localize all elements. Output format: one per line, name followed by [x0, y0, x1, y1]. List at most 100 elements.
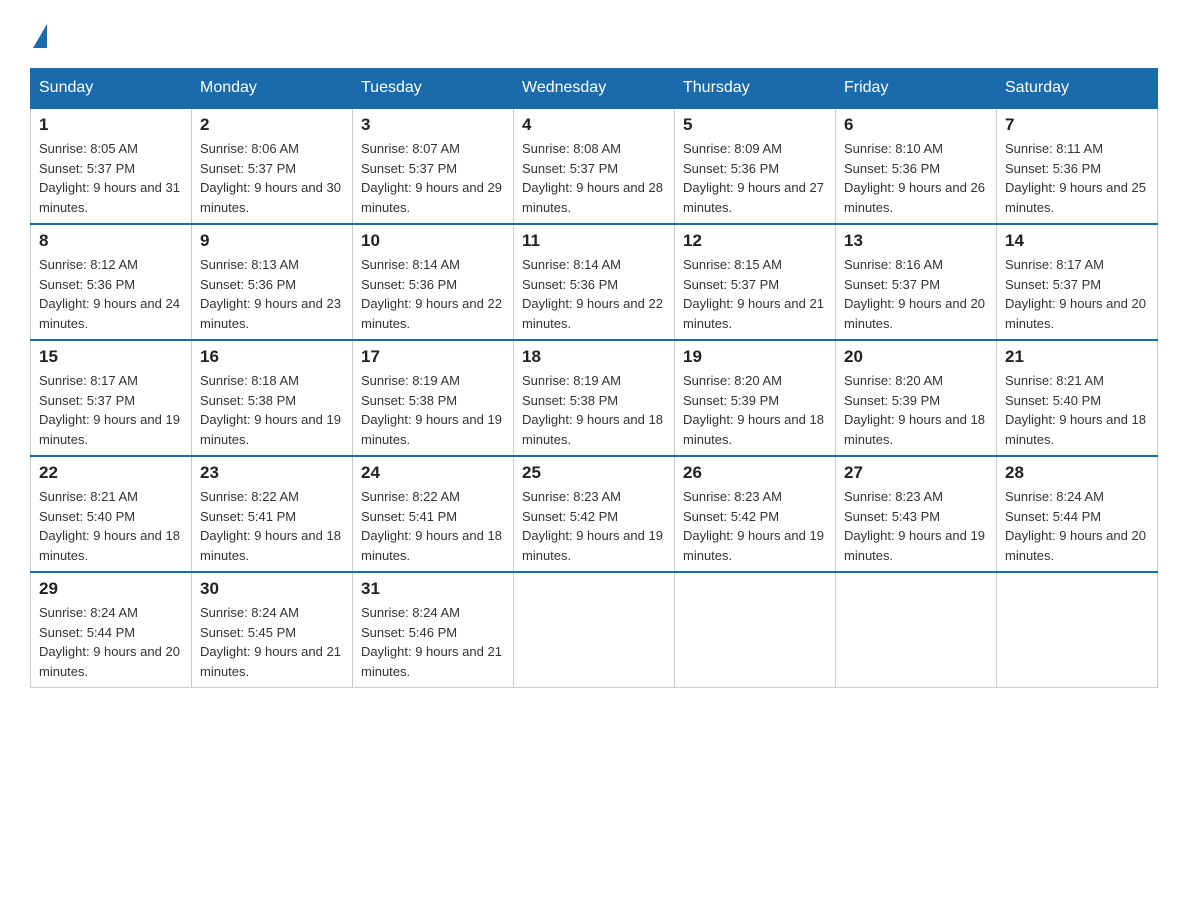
header-saturday: Saturday [997, 69, 1158, 109]
calendar-cell: 16 Sunrise: 8:18 AMSunset: 5:38 PMDayligh… [192, 340, 353, 456]
day-number: 8 [39, 231, 183, 251]
calendar-cell: 27 Sunrise: 8:23 AMSunset: 5:43 PMDayligh… [836, 456, 997, 572]
calendar-cell: 8 Sunrise: 8:12 AMSunset: 5:36 PMDaylight… [31, 224, 192, 340]
day-number: 17 [361, 347, 505, 367]
day-info: Sunrise: 8:14 AMSunset: 5:36 PMDaylight:… [361, 255, 505, 333]
day-info: Sunrise: 8:23 AMSunset: 5:42 PMDaylight:… [683, 487, 827, 565]
day-number: 28 [1005, 463, 1149, 483]
header-tuesday: Tuesday [353, 69, 514, 109]
day-number: 5 [683, 115, 827, 135]
calendar-cell: 23 Sunrise: 8:22 AMSunset: 5:41 PMDayligh… [192, 456, 353, 572]
day-number: 27 [844, 463, 988, 483]
day-info: Sunrise: 8:21 AMSunset: 5:40 PMDaylight:… [1005, 371, 1149, 449]
logo [30, 20, 51, 48]
day-info: Sunrise: 8:06 AMSunset: 5:37 PMDaylight:… [200, 139, 344, 217]
day-info: Sunrise: 8:24 AMSunset: 5:46 PMDaylight:… [361, 603, 505, 681]
calendar-cell: 10Sunrise: 8:14 AMSunset: 5:36 PMDayligh… [353, 224, 514, 340]
day-info: Sunrise: 8:07 AMSunset: 5:37 PMDaylight:… [361, 139, 505, 217]
calendar-cell: 19 Sunrise: 8:20 AMSunset: 5:39 PMDayligh… [675, 340, 836, 456]
day-info: Sunrise: 8:24 AMSunset: 5:44 PMDaylight:… [1005, 487, 1149, 565]
header-thursday: Thursday [675, 69, 836, 109]
day-info: Sunrise: 8:24 AMSunset: 5:45 PMDaylight:… [200, 603, 344, 681]
logo-triangle-icon [33, 24, 47, 48]
day-info: Sunrise: 8:13 AMSunset: 5:36 PMDaylight:… [200, 255, 344, 333]
day-number: 16 [200, 347, 344, 367]
calendar-cell: 5 Sunrise: 8:09 AMSunset: 5:36 PMDaylight… [675, 108, 836, 224]
calendar-cell: 11Sunrise: 8:14 AMSunset: 5:36 PMDayligh… [514, 224, 675, 340]
calendar-cell: 22Sunrise: 8:21 AMSunset: 5:40 PMDayligh… [31, 456, 192, 572]
day-number: 30 [200, 579, 344, 599]
day-number: 9 [200, 231, 344, 251]
header-monday: Monday [192, 69, 353, 109]
day-number: 21 [1005, 347, 1149, 367]
day-info: Sunrise: 8:18 AMSunset: 5:38 PMDaylight:… [200, 371, 344, 449]
day-number: 14 [1005, 231, 1149, 251]
day-info: Sunrise: 8:23 AMSunset: 5:43 PMDaylight:… [844, 487, 988, 565]
day-number: 31 [361, 579, 505, 599]
day-info: Sunrise: 8:09 AMSunset: 5:36 PMDaylight:… [683, 139, 827, 217]
header-wednesday: Wednesday [514, 69, 675, 109]
calendar-header-row: SundayMondayTuesdayWednesdayThursdayFrid… [31, 69, 1158, 109]
day-number: 1 [39, 115, 183, 135]
calendar-cell: 12Sunrise: 8:15 AMSunset: 5:37 PMDayligh… [675, 224, 836, 340]
day-info: Sunrise: 8:11 AMSunset: 5:36 PMDaylight:… [1005, 139, 1149, 217]
calendar-cell: 7 Sunrise: 8:11 AMSunset: 5:36 PMDaylight… [997, 108, 1158, 224]
day-info: Sunrise: 8:20 AMSunset: 5:39 PMDaylight:… [683, 371, 827, 449]
calendar-cell: 31 Sunrise: 8:24 AMSunset: 5:46 PMDayligh… [353, 572, 514, 688]
day-number: 3 [361, 115, 505, 135]
day-info: Sunrise: 8:16 AMSunset: 5:37 PMDaylight:… [844, 255, 988, 333]
day-number: 26 [683, 463, 827, 483]
day-number: 15 [39, 347, 183, 367]
calendar-cell: 4 Sunrise: 8:08 AMSunset: 5:37 PMDaylight… [514, 108, 675, 224]
day-number: 7 [1005, 115, 1149, 135]
calendar-cell: 18 Sunrise: 8:19 AMSunset: 5:38 PMDayligh… [514, 340, 675, 456]
day-info: Sunrise: 8:05 AMSunset: 5:37 PMDaylight:… [39, 139, 183, 217]
calendar-cell: 15 Sunrise: 8:17 AMSunset: 5:37 PMDayligh… [31, 340, 192, 456]
day-info: Sunrise: 8:20 AMSunset: 5:39 PMDaylight:… [844, 371, 988, 449]
day-number: 18 [522, 347, 666, 367]
day-number: 4 [522, 115, 666, 135]
day-info: Sunrise: 8:19 AMSunset: 5:38 PMDaylight:… [361, 371, 505, 449]
day-info: Sunrise: 8:17 AMSunset: 5:37 PMDaylight:… [1005, 255, 1149, 333]
calendar-week-row: 29Sunrise: 8:24 AMSunset: 5:44 PMDayligh… [31, 572, 1158, 688]
calendar-cell: 9 Sunrise: 8:13 AMSunset: 5:36 PMDaylight… [192, 224, 353, 340]
day-number: 23 [200, 463, 344, 483]
day-info: Sunrise: 8:23 AMSunset: 5:42 PMDaylight:… [522, 487, 666, 565]
day-number: 29 [39, 579, 183, 599]
header-sunday: Sunday [31, 69, 192, 109]
calendar-cell: 21 Sunrise: 8:21 AMSunset: 5:40 PMDayligh… [997, 340, 1158, 456]
day-info: Sunrise: 8:10 AMSunset: 5:36 PMDaylight:… [844, 139, 988, 217]
calendar-cell: 25 Sunrise: 8:23 AMSunset: 5:42 PMDayligh… [514, 456, 675, 572]
header-friday: Friday [836, 69, 997, 109]
day-info: Sunrise: 8:17 AMSunset: 5:37 PMDaylight:… [39, 371, 183, 449]
day-number: 19 [683, 347, 827, 367]
page-header [30, 20, 1158, 48]
day-number: 25 [522, 463, 666, 483]
calendar-week-row: 15 Sunrise: 8:17 AMSunset: 5:37 PMDayligh… [31, 340, 1158, 456]
calendar-cell: 30 Sunrise: 8:24 AMSunset: 5:45 PMDayligh… [192, 572, 353, 688]
calendar-cell: 20 Sunrise: 8:20 AMSunset: 5:39 PMDayligh… [836, 340, 997, 456]
calendar-cell: 29Sunrise: 8:24 AMSunset: 5:44 PMDayligh… [31, 572, 192, 688]
calendar-cell: 13 Sunrise: 8:16 AMSunset: 5:37 PMDayligh… [836, 224, 997, 340]
calendar-week-row: 8 Sunrise: 8:12 AMSunset: 5:36 PMDaylight… [31, 224, 1158, 340]
day-number: 20 [844, 347, 988, 367]
calendar-week-row: 22Sunrise: 8:21 AMSunset: 5:40 PMDayligh… [31, 456, 1158, 572]
calendar-cell: 26 Sunrise: 8:23 AMSunset: 5:42 PMDayligh… [675, 456, 836, 572]
calendar-cell: 14 Sunrise: 8:17 AMSunset: 5:37 PMDayligh… [997, 224, 1158, 340]
day-number: 11 [522, 231, 666, 251]
day-number: 13 [844, 231, 988, 251]
calendar-cell: 24Sunrise: 8:22 AMSunset: 5:41 PMDayligh… [353, 456, 514, 572]
day-info: Sunrise: 8:08 AMSunset: 5:37 PMDaylight:… [522, 139, 666, 217]
calendar-cell: 3 Sunrise: 8:07 AMSunset: 5:37 PMDaylight… [353, 108, 514, 224]
calendar-cell: 17 Sunrise: 8:19 AMSunset: 5:38 PMDayligh… [353, 340, 514, 456]
day-info: Sunrise: 8:19 AMSunset: 5:38 PMDaylight:… [522, 371, 666, 449]
calendar-cell: 6Sunrise: 8:10 AMSunset: 5:36 PMDaylight… [836, 108, 997, 224]
calendar-cell: 28 Sunrise: 8:24 AMSunset: 5:44 PMDayligh… [997, 456, 1158, 572]
calendar-cell: 2Sunrise: 8:06 AMSunset: 5:37 PMDaylight… [192, 108, 353, 224]
day-info: Sunrise: 8:12 AMSunset: 5:36 PMDaylight:… [39, 255, 183, 333]
calendar-cell [997, 572, 1158, 688]
calendar-cell [836, 572, 997, 688]
day-info: Sunrise: 8:22 AMSunset: 5:41 PMDaylight:… [361, 487, 505, 565]
day-info: Sunrise: 8:22 AMSunset: 5:41 PMDaylight:… [200, 487, 344, 565]
calendar-week-row: 1 Sunrise: 8:05 AMSunset: 5:37 PMDaylight… [31, 108, 1158, 224]
